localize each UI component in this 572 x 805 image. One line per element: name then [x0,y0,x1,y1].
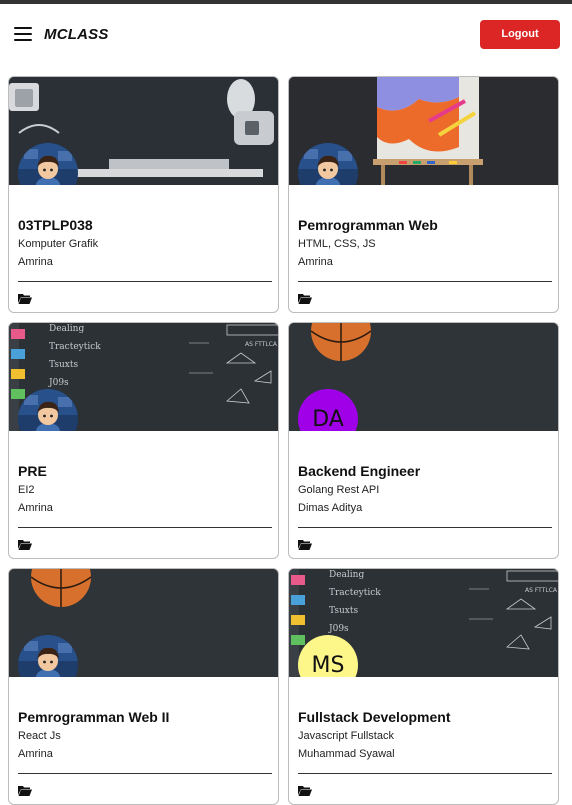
class-card[interactable]: DA Backend Engineer Golang Rest API Dima… [288,322,559,559]
class-title[interactable]: PRE [18,463,272,480]
class-banner: Dealing Tracteytick Tsuxts J09s AS FTTLC… [289,569,558,677]
chalk-word: J09s [328,624,349,634]
teacher-name: Muhammad Syawal [298,748,395,760]
class-card[interactable]: Pemrogramman Web HTML, CSS, JS Amrina [288,76,559,313]
class-info: Pemrogramman Web HTML, CSS, JS Amrina [298,217,552,269]
class-banner [289,77,558,185]
folder-icon[interactable] [18,293,32,304]
class-info: Pemrogramman Web II React Js Amrina [18,709,272,761]
class-banner: DA [289,323,558,431]
class-banner [9,77,278,185]
folder-icon[interactable] [18,539,32,550]
card-divider [18,527,272,528]
class-card[interactable]: Dealing Tracteytick Tsuxts J09s AS FTTLC… [288,568,559,805]
class-grid: 03TPLP038 Komputer Grafik Amrina Pemrogr… [8,76,560,805]
class-title[interactable]: Fullstack Development [298,709,552,726]
navbar-left: MCLASS [14,26,109,43]
teacher-name: Amrina [18,256,53,268]
chalk-word: Tsuxts [329,606,358,616]
chalk-word: Tracteytick [329,588,381,598]
class-subtitle: Golang Rest API [298,484,380,496]
avatar-initials: DA [312,406,344,432]
class-banner: Dealing Tracteytick Tsuxts J09s AS FTTLC… [9,323,278,431]
class-info: Fullstack Development Javascript Fullsta… [298,709,552,761]
class-info: 03TPLP038 Komputer Grafik Amrina [18,217,272,269]
class-card[interactable]: 03TPLP038 Komputer Grafik Amrina [8,76,279,313]
folder-icon[interactable] [298,293,312,304]
brand-logo[interactable]: MCLASS [44,26,109,43]
card-divider [18,773,272,774]
chalk-word: Tracteytick [49,342,101,352]
class-subtitle: Javascript Fullstack [298,730,394,742]
class-subtitle: EI2 [18,484,35,496]
class-title[interactable]: Pemrogramman Web [298,217,552,234]
teacher-name: Amrina [18,502,53,514]
class-info: PRE EI2 Amrina [18,463,272,515]
chalk-word: Dealing [329,570,364,580]
class-subtitle: HTML, CSS, JS [298,238,376,250]
chalk-word: AS FTTLCA [525,587,558,594]
card-divider [298,527,552,528]
teacher-name: Dimas Aditya [298,502,363,514]
chalk-word: Dealing [49,324,84,334]
folder-icon[interactable] [18,785,32,796]
chalk-word: J09s [48,378,69,388]
chalk-word: AS FTTLCA [245,341,278,348]
class-title[interactable]: 03TPLP038 [18,217,272,234]
hamburger-icon[interactable] [14,27,32,41]
card-divider [298,773,552,774]
class-banner [9,569,278,677]
folder-icon[interactable] [298,539,312,550]
class-title[interactable]: Pemrogramman Web II [18,709,272,726]
avatar-initials: MS [311,652,345,678]
navbar: MCLASS Logout [0,4,572,64]
chalk-word: Tsuxts [49,360,78,370]
folder-icon[interactable] [298,785,312,796]
class-title[interactable]: Backend Engineer [298,463,552,480]
logout-button[interactable]: Logout [480,19,560,49]
card-divider [18,281,272,282]
teacher-name: Amrina [298,256,333,268]
teacher-name: Amrina [18,748,53,760]
class-card[interactable]: Pemrogramman Web II React Js Amrina [8,568,279,805]
class-info: Backend Engineer Golang Rest API Dimas A… [298,463,552,515]
class-subtitle: Komputer Grafik [18,238,99,250]
class-card[interactable]: Dealing Tracteytick Tsuxts J09s AS FTTLC… [8,322,279,559]
card-divider [298,281,552,282]
class-subtitle: React Js [18,730,61,742]
